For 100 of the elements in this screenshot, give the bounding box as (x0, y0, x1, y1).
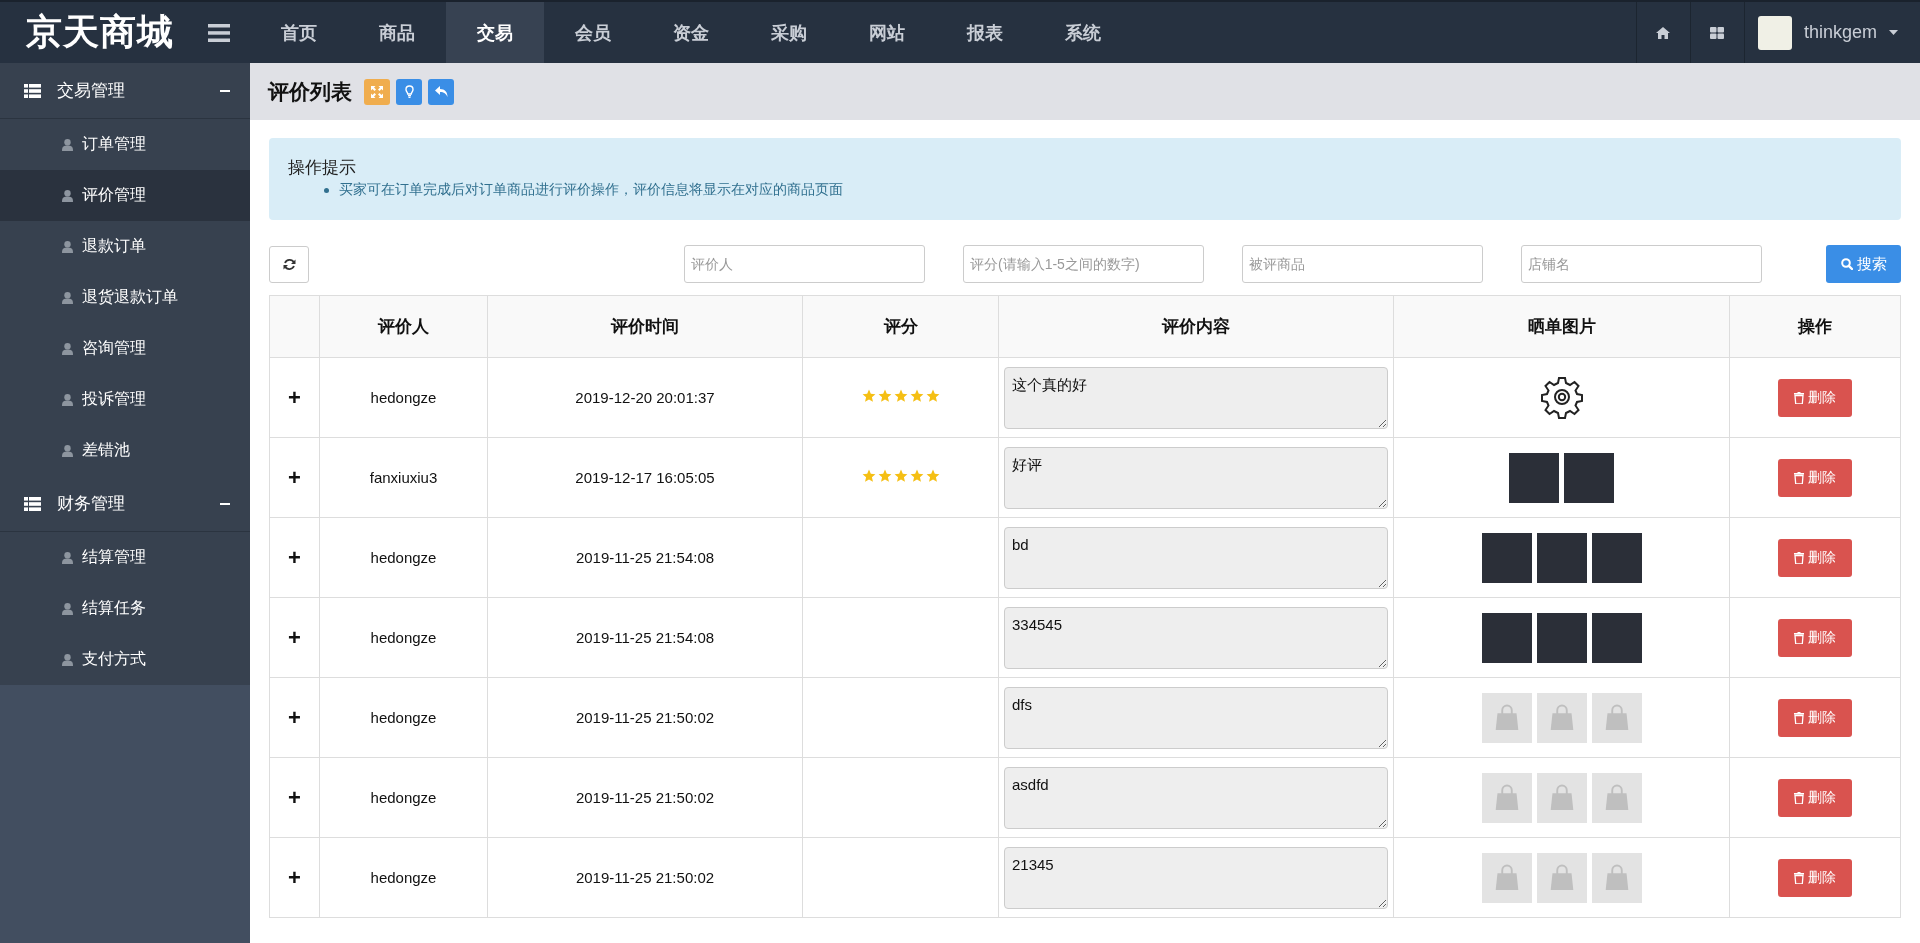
filter-input[interactable]: 评分(请输入1-5之间的数字) (963, 245, 1204, 283)
review-content-field[interactable]: dfs (1004, 686, 1388, 749)
star-icon (909, 389, 924, 403)
sidebar-item[interactable]: 支付方式 (0, 634, 250, 685)
delete-button[interactable]: 删除 (1778, 458, 1852, 497)
lightbulb-icon (404, 85, 414, 98)
photo-placeholder (1481, 612, 1532, 663)
shopping-bag-icon (1481, 852, 1532, 903)
star-icon (893, 389, 908, 403)
delete-button[interactable]: 删除 (1778, 698, 1852, 737)
sidebar-item-label: 订单管理 (82, 134, 146, 154)
user-icon (62, 342, 73, 355)
table-cell: hedongze (319, 357, 488, 438)
nav-tab[interactable]: 会员 (544, 2, 642, 63)
user-icon (62, 240, 73, 253)
shopping-bag-icon (1536, 772, 1587, 823)
menu-button[interactable] (206, 21, 232, 44)
trash-icon (1794, 551, 1804, 564)
nav-tab[interactable]: 商品 (348, 2, 446, 63)
sidebar-item-label: 咨询管理 (82, 338, 146, 358)
table-cell: 2019-11-25 21:50:02 (487, 677, 803, 758)
list-icon (24, 83, 41, 98)
delete-button[interactable]: 删除 (1778, 378, 1852, 417)
filter-input[interactable]: 评价人 (684, 245, 925, 283)
back-button[interactable] (428, 78, 454, 105)
nav-tab[interactable]: 网站 (838, 2, 936, 63)
sidebar-item[interactable]: 评价管理 (0, 170, 250, 221)
refresh-icon (282, 257, 296, 271)
review-content-field[interactable]: 334545 (1004, 606, 1388, 669)
column-header: 评价内容 (998, 295, 1394, 358)
table-cell: 2019-11-25 21:50:02 (487, 837, 803, 918)
shopping-bag-icon (1481, 772, 1532, 823)
expand-row-button[interactable]: + (284, 624, 305, 651)
trash-icon (1794, 471, 1804, 484)
refresh-button[interactable] (269, 245, 309, 283)
nav-tab[interactable]: 资金 (642, 2, 740, 63)
caret-icon (1889, 30, 1898, 35)
sidebar-item[interactable]: 退款订单 (0, 221, 250, 272)
user-icon (62, 393, 73, 406)
user-icon (62, 653, 73, 666)
delete-button[interactable]: 删除 (1778, 858, 1852, 897)
tips-button[interactable] (396, 78, 422, 105)
expand-row-button[interactable]: + (284, 544, 305, 571)
sidebar-group-header[interactable]: 财务管理 (0, 476, 250, 532)
sidebar-item[interactable]: 退货退款订单 (0, 272, 250, 323)
page-title: 评价列表 (268, 78, 352, 105)
sidebar-item[interactable]: 结算管理 (0, 532, 250, 583)
expand-row-button[interactable]: + (284, 464, 305, 491)
grid-icon (1710, 26, 1725, 39)
review-content-field[interactable]: asdfd (1004, 766, 1388, 829)
review-content-field[interactable]: 好评 (1004, 446, 1388, 509)
nav-tab[interactable]: 采购 (740, 2, 838, 63)
sidebar-item-label: 退款订单 (82, 236, 146, 256)
tips-title: 操作提示 (288, 157, 357, 179)
shopping-bag-icon (1591, 772, 1642, 823)
nav-tab[interactable]: 首页 (250, 2, 348, 63)
expand-row-button[interactable]: + (284, 704, 305, 731)
star-icon (909, 469, 924, 483)
user-name-menu[interactable]: thinkgem (1803, 22, 1877, 43)
expand-row-button[interactable]: + (284, 784, 305, 811)
expand-row-button[interactable]: + (284, 864, 305, 891)
sidebar-item-label: 投诉管理 (82, 389, 146, 409)
nav-tab[interactable]: 报表 (936, 2, 1034, 63)
sidebar-item[interactable]: 差错池 (0, 425, 250, 476)
photo-placeholder (1591, 532, 1642, 583)
delete-button[interactable]: 删除 (1778, 538, 1852, 577)
star-icon (877, 469, 892, 483)
expand-arrows-icon (371, 85, 383, 98)
sidebar-item-label: 差错池 (82, 440, 130, 460)
sidebar-item[interactable]: 咨询管理 (0, 323, 250, 374)
menu-icon (208, 23, 230, 42)
photo-placeholder (1536, 532, 1587, 583)
review-content-field[interactable]: 21345 (1004, 846, 1388, 909)
star-icon (877, 389, 892, 403)
sidebar-item-label: 评价管理 (82, 185, 146, 205)
sidebar-group-header[interactable]: 交易管理 (0, 63, 250, 119)
filter-input[interactable]: 被评商品 (1242, 245, 1483, 283)
column-header: 评价人 (319, 295, 488, 358)
delete-button[interactable]: 删除 (1778, 778, 1852, 817)
star-icon (925, 389, 940, 403)
trash-icon (1794, 871, 1804, 884)
shopping-bag-icon (1591, 852, 1642, 903)
photo-placeholder (1564, 452, 1614, 503)
filter-input[interactable]: 店铺名 (1521, 245, 1762, 283)
sidebar-item[interactable]: 订单管理 (0, 119, 250, 170)
review-content-field[interactable]: bd (1004, 526, 1388, 589)
expand-row-button[interactable]: + (284, 384, 305, 411)
star-icon (861, 469, 876, 483)
sidebar-item[interactable]: 投诉管理 (0, 374, 250, 425)
delete-button[interactable]: 删除 (1778, 618, 1852, 657)
nav-tab[interactable]: 系统 (1034, 2, 1132, 63)
user-icon (62, 138, 73, 151)
sidebar-item[interactable]: 结算任务 (0, 583, 250, 634)
list-icon (24, 496, 41, 511)
photo-placeholder (1591, 612, 1642, 663)
nav-tab[interactable]: 交易 (446, 2, 544, 63)
user-icon (62, 602, 73, 615)
trash-icon (1794, 631, 1804, 644)
sidebar-item-label: 支付方式 (82, 649, 146, 669)
review-content-field[interactable]: 这个真的好 (1004, 366, 1388, 429)
